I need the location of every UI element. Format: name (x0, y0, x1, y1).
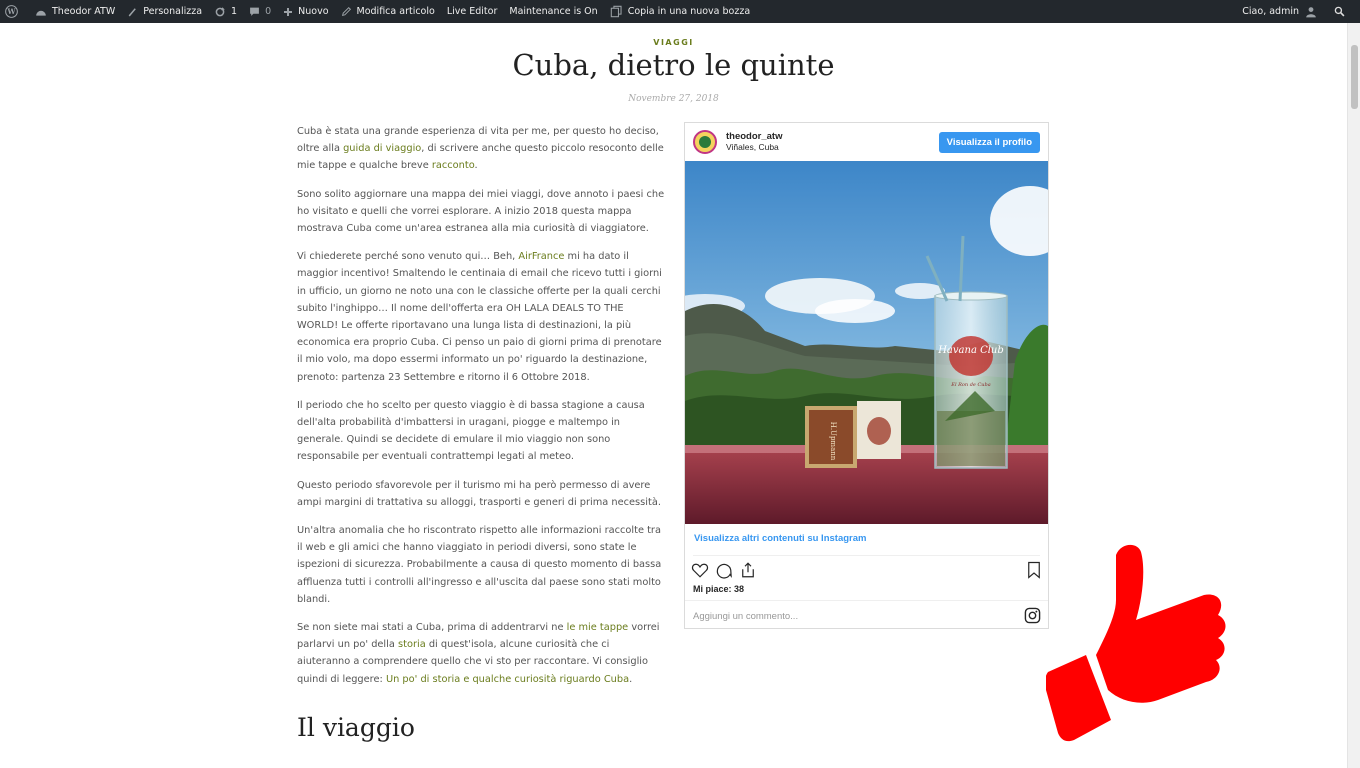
updates-count: 1 (231, 6, 238, 17)
page-scrollbar[interactable] (1347, 23, 1360, 768)
edit-icon (341, 6, 351, 17)
customize-label: Personalizza (143, 6, 203, 17)
admin-bar: W Theodor ATW Personalizza 1 0 Nuovo Mod… (0, 0, 1360, 23)
scrollbar-thumb[interactable] (1351, 45, 1358, 109)
post-date: Novembre 27, 2018 (628, 94, 719, 104)
history-link[interactable]: storia (398, 639, 426, 650)
paragraph-4: Il periodo che ho scelto per questo viag… (297, 399, 645, 463)
text: . (629, 673, 633, 685)
section-heading: Il viaggio (297, 713, 415, 742)
glass-brand: Havana Club (937, 345, 1004, 356)
article-body: Cuba è stata una grande esperienza di vi… (297, 123, 665, 699)
heart-icon[interactable] (691, 561, 709, 579)
airfrance-link[interactable]: AirFrance (518, 251, 564, 262)
cuba-history-article-link[interactable]: Un po' di storia e qualche curiosità rig… (386, 674, 629, 685)
instagram-actions (691, 560, 1042, 580)
bookmark-icon[interactable] (1026, 561, 1042, 579)
comments-link[interactable]: 0 (243, 0, 277, 23)
text: . (474, 160, 478, 172)
search-button[interactable] (1328, 0, 1360, 23)
paragraph-3: Vi chiederete perché sono venuto qui… Be… (297, 248, 665, 386)
text: mi ha dato il maggior incentivo! Smalten… (297, 251, 662, 383)
user-icon (1306, 6, 1316, 17)
instagram-user: theodor_atw Viñales, Cuba (726, 131, 782, 153)
post-title: Cuba, dietro le quinte (512, 48, 835, 82)
maintenance-label: Maintenance is On (509, 6, 598, 17)
photo-illustration: H.Upmann Havana Club El Ron de Cuba (685, 161, 1048, 524)
view-profile-button[interactable]: Visualizza il profilo (938, 131, 1040, 153)
live-editor-label: Live Editor (446, 6, 498, 17)
customize-icon (128, 8, 137, 17)
instagram-header: theodor_atw Viñales, Cuba Visualizza il … (685, 123, 1048, 161)
paragraph-6: Un'altra anomalia che ho riscontrato ris… (297, 525, 662, 605)
copy-label: Copia in una nuova bozza (627, 6, 751, 17)
edit-post-link[interactable]: Modifica articolo (335, 0, 441, 23)
new-content-link[interactable]: Nuovo (277, 0, 334, 23)
post-category[interactable]: VIAGGI (0, 38, 1347, 47)
glass-slogan: El Ron de Cuba (950, 382, 990, 388)
instagram-location[interactable]: Viñales, Cuba (726, 142, 782, 153)
updates-icon (215, 6, 225, 16)
comments-count: 0 (265, 6, 272, 17)
wordpress-icon: W (5, 5, 18, 18)
my-stops-link[interactable]: le mie tappe (567, 622, 629, 633)
site-name-link[interactable]: Theodor ATW (29, 0, 121, 23)
instagram-username[interactable]: theodor_atw (726, 131, 782, 142)
copy-icon (610, 5, 622, 18)
comment-icon[interactable] (715, 561, 733, 579)
new-label: Nuovo (298, 6, 329, 17)
greeting: Ciao, admin (1242, 6, 1299, 17)
customize-link[interactable]: Personalizza (121, 0, 208, 23)
share-icon[interactable] (739, 561, 757, 579)
likes-count: Mi piace: 38 (693, 584, 745, 594)
view-more-instagram-link[interactable]: Visualizza altri contenuti su Instagram (694, 533, 866, 544)
instagram-photo[interactable]: H.Upmann Havana Club El Ron de Cuba (685, 161, 1048, 524)
account-menu[interactable]: Ciao, admin (1236, 0, 1328, 23)
live-editor-link[interactable]: Live Editor (441, 0, 504, 23)
text: Vi chiederete perché sono venuto qui… Be… (297, 251, 519, 263)
comments-icon (250, 7, 259, 16)
category-label[interactable]: VIAGGI (653, 38, 693, 47)
travel-guide-link[interactable]: guida di viaggio (343, 143, 421, 154)
paragraph-7: Se non siete mai stati a Cuba, prima di … (297, 619, 665, 688)
instagram-icon[interactable] (1024, 607, 1041, 624)
wordpress-menu[interactable]: W (0, 0, 29, 23)
paragraph-5: Questo periodo sfavorevole per il turism… (297, 479, 661, 508)
text: Se non siete mai stati a Cuba, prima di … (297, 622, 567, 634)
pack-brand: H.Upmann (829, 422, 837, 461)
paragraph-2: Sono solito aggiornare una mappa dei mie… (297, 188, 665, 235)
comment-input[interactable]: Aggiungi un commento... (693, 611, 798, 622)
story-link[interactable]: racconto (432, 160, 475, 171)
dashboard-icon (36, 10, 46, 16)
edit-label: Modifica articolo (356, 6, 435, 17)
instagram-embed: theodor_atw Viñales, Cuba Visualizza il … (684, 122, 1049, 629)
maintenance-link[interactable]: Maintenance is On (503, 0, 603, 23)
divider (693, 555, 1040, 556)
site-name: Theodor ATW (52, 6, 116, 17)
copy-draft-link[interactable]: Copia in una nuova bozza (604, 0, 756, 23)
updates-link[interactable]: 1 (208, 0, 243, 23)
thumbs-up-icon (1046, 544, 1226, 742)
search-icon (1334, 6, 1345, 17)
paragraph-1: Cuba è stata una grande esperienza di vi… (297, 123, 665, 175)
avatar[interactable] (693, 130, 717, 154)
plus-icon (284, 7, 293, 16)
divider (685, 600, 1048, 601)
svg-text:W: W (6, 7, 16, 16)
